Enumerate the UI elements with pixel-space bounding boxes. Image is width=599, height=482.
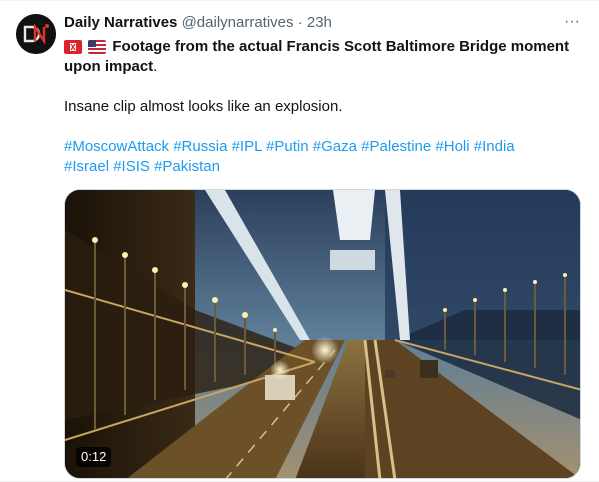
more-options-button[interactable]: ··· bbox=[561, 14, 583, 34]
tweet-paragraph: Insane clip almost looks like an explosi… bbox=[64, 98, 343, 115]
hashtag-link[interactable]: #Holi bbox=[435, 138, 469, 155]
hashtag-link[interactable]: #India bbox=[474, 138, 515, 155]
more-icon: ··· bbox=[564, 13, 580, 30]
daily-narratives-logo-icon bbox=[16, 14, 56, 54]
separator-dot: · bbox=[297, 14, 303, 31]
flag-icon-red bbox=[64, 40, 82, 54]
video-duration-badge: 0:12 bbox=[76, 447, 112, 467]
headline-period: . bbox=[153, 58, 158, 75]
hashtag-link[interactable]: #Russia bbox=[173, 138, 227, 155]
author-handle[interactable]: @dailynarratives bbox=[182, 14, 294, 31]
tweet-text: Footage from the actual Francis Scott Ba… bbox=[64, 37, 584, 177]
avatar[interactable] bbox=[16, 14, 56, 54]
hashtag-link[interactable]: #ISIS bbox=[113, 158, 150, 175]
hashtag-link[interactable]: #MoscowAttack bbox=[64, 138, 169, 155]
tweet-headline: Footage from the actual Francis Scott Ba… bbox=[64, 37, 584, 77]
hashtag-link[interactable]: #Putin bbox=[266, 138, 309, 155]
tweet-header: Daily Narratives @dailynarratives · 23h bbox=[64, 13, 584, 35]
hashtag-list: #MoscowAttack #Russia #IPL #Putin #Gaza … bbox=[64, 137, 584, 177]
hashtag-link[interactable]: #IPL bbox=[232, 138, 262, 155]
us-flag-icon bbox=[88, 40, 107, 54]
headline-text: Footage from the actual Francis Scott Ba… bbox=[64, 38, 570, 75]
video-thumbnail-image bbox=[65, 190, 580, 478]
author-name[interactable]: Daily Narratives bbox=[64, 14, 177, 31]
hashtag-link[interactable]: #Pakistan bbox=[154, 158, 220, 175]
hashtag-link[interactable]: #Palestine bbox=[361, 138, 431, 155]
hashtag-link[interactable]: #Israel bbox=[64, 158, 109, 175]
tweet-card[interactable]: Daily Narratives @dailynarratives · 23h … bbox=[0, 0, 599, 482]
video-player[interactable] bbox=[64, 189, 581, 479]
hashtag-link[interactable]: #Gaza bbox=[313, 138, 357, 155]
timestamp[interactable]: 23h bbox=[307, 14, 332, 31]
